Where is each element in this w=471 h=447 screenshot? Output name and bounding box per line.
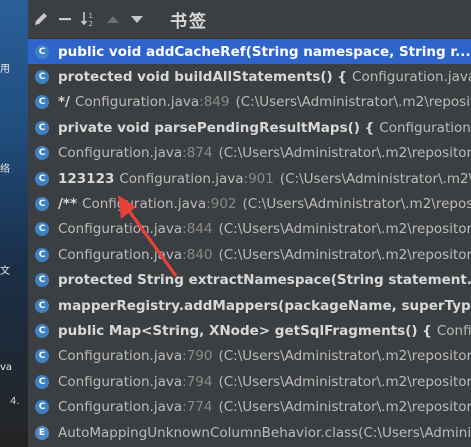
class-icon: C xyxy=(35,70,49,85)
bookmark-file: Configuration.java xyxy=(75,94,200,111)
bookmark-code: 123123 xyxy=(58,170,115,187)
bookmark-line: :794 xyxy=(182,373,213,390)
bookmark-code: /** xyxy=(58,196,78,213)
move-up-button[interactable] xyxy=(102,8,124,30)
bookmark-file: Configuration.java xyxy=(82,196,207,213)
bookmark-code: private void parsePendingResultMaps() { xyxy=(58,119,375,136)
bookmark-line: :790 xyxy=(182,348,213,365)
bookmark-item[interactable]: C Configuration.java:840 (C:\Users\Adminis… xyxy=(28,242,471,267)
bookmark-file: Configuration.java xyxy=(58,348,183,365)
bookmark-path: (C:\Users\Admini xyxy=(358,424,471,441)
bookmark-file: Configuration.java xyxy=(352,69,471,86)
bookmark-item[interactable]: C 123123 Configuration.java:901 (C:\Users\A… xyxy=(28,166,471,191)
edit-button[interactable] xyxy=(30,8,52,30)
class-icon: C xyxy=(35,95,49,110)
bookmark-path: (C:\Users\Administrator\.m2\reposi xyxy=(242,196,471,213)
bookmark-item[interactable]: C Configuration.java:790 (C:\Users\Adminis… xyxy=(28,344,471,369)
class-icon: C xyxy=(35,171,49,186)
bookmark-item[interactable]: C */ Configuration.java:849 (C:\Users\Admin… xyxy=(28,90,471,115)
bookmarks-panel: 1 2 书签 Cpublic void addCacheRef(String n… xyxy=(28,0,471,447)
bookmark-file: Configurat xyxy=(436,322,471,339)
desktop-label-fragment: 用 xyxy=(0,64,10,75)
move-down-button[interactable] xyxy=(126,8,148,30)
pencil-icon xyxy=(33,11,49,27)
svg-text:1: 1 xyxy=(89,12,93,20)
triangle-up-icon xyxy=(106,12,120,26)
bookmark-file: Configuration.java xyxy=(379,119,471,136)
bookmark-path: (C:\Users\Administrator\.m2\repository xyxy=(218,399,471,416)
bookmark-item[interactable]: Cpublic void addCacheRef(String namespac… xyxy=(28,39,471,65)
bookmark-path: (C:\Users\Administrator\.m2\repository xyxy=(218,145,471,162)
bookmark-line: :901 xyxy=(243,170,274,187)
bookmark-code: protected void buildAllStatements() { xyxy=(58,69,348,86)
bookmark-code: protected String extractNamespace(String… xyxy=(58,272,471,289)
class-icon: C xyxy=(35,273,49,288)
bookmark-path: (C:\Users\Administrator\.m2\repository xyxy=(218,373,471,390)
bookmark-item[interactable]: C /** Configuration.java:902 (C:\Users\Admi… xyxy=(28,191,471,216)
bookmark-path: (C:\Users\Administrator\.m2\repository xyxy=(218,246,471,263)
bookmark-item[interactable]: C Configuration.java:794 (C:\Users\Adminis… xyxy=(28,369,471,394)
bookmark-line: :874 xyxy=(182,145,213,162)
triangle-down-icon xyxy=(130,12,144,26)
bookmark-code: */ xyxy=(58,94,70,111)
bookmarks-toolbar: 1 2 书签 xyxy=(28,0,471,39)
bookmark-item[interactable]: CmapperRegistry.addMappers(packageName, … xyxy=(28,293,471,318)
enum-icon: E xyxy=(35,425,49,440)
bookmark-line: :840 xyxy=(182,246,213,263)
desktop-label-fragment: va xyxy=(0,362,13,373)
sort-button[interactable]: 1 2 xyxy=(78,8,100,30)
bookmark-line: :844 xyxy=(182,221,213,238)
svg-text:2: 2 xyxy=(89,20,93,28)
bookmark-file: Configuration.java xyxy=(58,246,183,263)
bookmark-item[interactable]: C Configuration.java:774 (C:\Users\Adminis… xyxy=(28,394,471,419)
class-icon: C xyxy=(35,323,49,338)
remove-button[interactable] xyxy=(54,8,76,30)
bookmark-item[interactable]: Cprotected void buildAllStatements() {Co… xyxy=(28,64,471,89)
class-icon: C xyxy=(35,197,49,212)
class-icon: C xyxy=(35,400,49,415)
bookmark-item[interactable]: C Configuration.java:844 (C:\Users\Adminis… xyxy=(28,217,471,242)
class-icon: C xyxy=(35,44,49,59)
bookmark-item[interactable]: Cprivate void parsePendingResultMaps() {… xyxy=(28,115,471,140)
class-icon: C xyxy=(35,120,49,135)
bookmark-path: (C:\Users\Administrator\.m2\reposit xyxy=(235,94,471,111)
bookmark-item[interactable]: Cprotected String extractNamespace(Strin… xyxy=(28,268,471,293)
minus-icon xyxy=(57,11,73,27)
bookmark-line: :774 xyxy=(182,399,213,416)
class-icon: C xyxy=(35,349,49,364)
desktop-background: 用 络 文 va 4. xyxy=(0,0,28,447)
panel-title: 书签 xyxy=(170,11,208,32)
bookmark-file: Configuration.java xyxy=(58,221,183,238)
bookmark-list: Cpublic void addCacheRef(String namespac… xyxy=(28,39,471,445)
bookmark-file: Configuration.java xyxy=(119,170,244,187)
class-icon: C xyxy=(35,298,49,313)
bookmark-code: mapperRegistry.addMappers(packageName, s… xyxy=(58,297,471,314)
bookmark-file: Configuration.java xyxy=(58,373,183,390)
bookmark-code: public Map<String, XNode> getSqlFragment… xyxy=(58,322,432,339)
class-icon: C xyxy=(35,374,49,389)
bookmark-line: :849 xyxy=(199,94,230,111)
bookmark-code: public void addCacheRef(String namespace… xyxy=(58,43,471,60)
bookmark-path: (C:\Users\Administrator\.m2\repository xyxy=(218,221,471,238)
sort-icon: 1 2 xyxy=(80,10,98,28)
bookmark-path: (C:\Users\Administrator\.m2\re xyxy=(279,170,471,187)
bookmark-item[interactable]: Cpublic Map<String, XNode> getSqlFragmen… xyxy=(28,318,471,343)
class-icon: C xyxy=(35,222,49,237)
desktop-label-fragment: 文 xyxy=(0,266,10,277)
bookmark-item[interactable]: E AutoMappingUnknownColumnBehavior.class(… xyxy=(28,420,471,445)
bookmark-file: Configuration.java xyxy=(58,145,183,162)
bookmark-file: AutoMappingUnknownColumnBehavior.class xyxy=(58,424,359,441)
bookmark-file: Configuration.java xyxy=(58,399,183,416)
desktop-label-fragment: 络 xyxy=(0,164,10,175)
class-icon: C xyxy=(35,247,49,262)
bookmark-item[interactable]: C Configuration.java:874 (C:\Users\Adminis… xyxy=(28,141,471,166)
class-icon: C xyxy=(35,146,49,161)
bookmark-line: :902 xyxy=(206,196,237,213)
bookmark-path: (C:\Users\Administrator\.m2\repository xyxy=(218,348,471,365)
